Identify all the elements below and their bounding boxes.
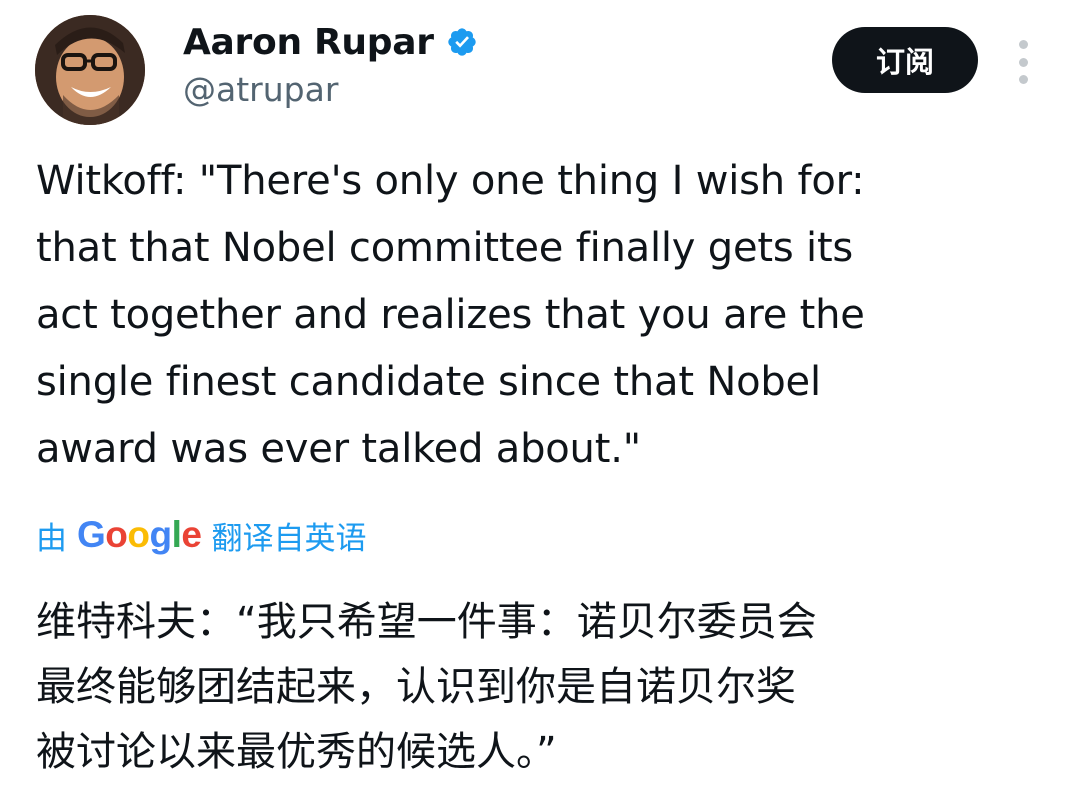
verified-badge-icon <box>448 28 476 56</box>
translated-line: 维特科夫：“我只希望一件事：诺贝尔委员会 <box>36 599 817 645</box>
tweet-text: Witkoff: "There's only one thing I wish … <box>36 148 1046 483</box>
translate-prefix: 由 <box>36 520 67 557</box>
author-handle[interactable]: @atrupar <box>183 70 338 109</box>
tweet-line: act together and realizes that you are t… <box>36 292 865 338</box>
more-dot <box>1018 75 1028 84</box>
avatar-photo <box>35 15 145 125</box>
tweet-line: single finest candidate since that Nobel <box>36 359 821 405</box>
more-vertical-icon[interactable] <box>1008 40 1038 84</box>
tweet-line: Witkoff: "There's only one thing I wish … <box>36 158 865 204</box>
translated-line: 被讨论以来最优秀的候选人。” <box>36 729 557 775</box>
author-name-row[interactable]: Aaron Rupar <box>183 18 478 66</box>
more-dot <box>1018 57 1028 67</box>
author-display-name[interactable]: Aaron Rupar <box>183 22 434 63</box>
translated-by-google-link[interactable]: 由 Google 翻译自英语 <box>36 512 366 558</box>
translated-text: 维特科夫：“我只希望一件事：诺贝尔委员会 最终能够团结起来，认识到你是自诺贝尔奖… <box>36 590 1046 785</box>
google-logo: Google <box>77 514 202 555</box>
avatar[interactable] <box>35 15 145 125</box>
more-dot <box>1018 40 1028 49</box>
translated-line: 最终能够团结起来，认识到你是自诺贝尔奖 <box>36 664 796 710</box>
tweet-line: that that Nobel committee finally gets i… <box>36 225 854 271</box>
tweet-line: award was ever talked about." <box>36 426 641 472</box>
subscribe-button[interactable]: 订阅 <box>832 27 978 93</box>
translate-suffix: 翻译自英语 <box>211 520 367 557</box>
